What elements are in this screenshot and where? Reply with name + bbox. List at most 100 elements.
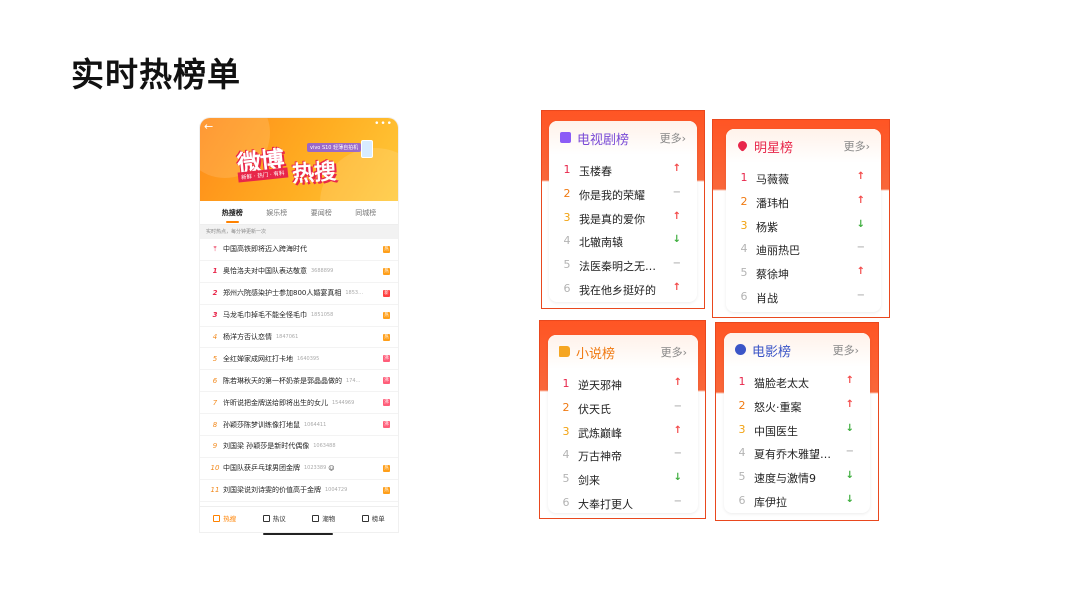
- tab-0[interactable]: 热搜榜: [222, 205, 243, 223]
- hot-search-row[interactable]: 2 郑州六院感染护士参加800人婚宴真相 1853… 新: [200, 283, 398, 305]
- trend-up-icon: ↑: [672, 210, 681, 222]
- hot-search-row[interactable]: 10 中国队获乒乓球男团金牌 1023389 ☺ 热: [200, 458, 398, 480]
- trend-up-icon: ↑: [845, 398, 854, 410]
- hot-search-row[interactable]: 3 马龙毛巾掉毛不能全怪毛巾 1851058 热: [200, 305, 398, 327]
- tab-3[interactable]: 同城榜: [355, 205, 376, 221]
- bottom-nav-0[interactable]: 热搜: [213, 513, 236, 523]
- bottom-nav-label: 热议: [272, 515, 286, 523]
- trend-up-icon: ↑: [856, 194, 865, 206]
- more-options-icon[interactable]: •••: [374, 119, 393, 129]
- ranking-item[interactable]: 2 伏天氏 −: [548, 396, 698, 420]
- bottom-nav-2[interactable]: 潮物: [312, 513, 335, 523]
- hot-level-badge: 热: [383, 333, 390, 341]
- tab-2[interactable]: 要闻榜: [311, 205, 332, 221]
- hot-search-icon: [213, 514, 221, 522]
- weibo-hot-search-phone: ← ••• 微博 热搜 新鲜 · 热门 · 有料 vivo S10 轻薄自拍机 …: [200, 118, 398, 532]
- hot-search-title: 许昕说把金牌送给即将出生的女儿: [223, 398, 328, 407]
- trend-flat-icon: −: [673, 495, 682, 507]
- more-label: 更多: [660, 346, 683, 359]
- ranking-item[interactable]: 1 逆天邪神 ↑: [548, 372, 698, 396]
- hot-search-title: 中国高铁即将迈入跨海时代: [223, 245, 307, 254]
- ranking-item[interactable]: 3 武炼巅峰 ↑: [548, 420, 698, 444]
- hot-search-rank: 5: [212, 354, 218, 363]
- more-link[interactable]: 更多›: [660, 130, 686, 146]
- hot-search-row[interactable]: 4 杨洋方否认恋情 1847061 热: [200, 327, 398, 349]
- ranking-item[interactable]: 5 蔡徐坤 ↑: [726, 261, 881, 285]
- realtime-subtitle: 实时热点，每分钟更新一次: [200, 225, 398, 239]
- ranking-number: 6: [563, 281, 571, 295]
- hot-search-row[interactable]: ⤒ 中国高铁即将迈入跨海时代 热: [200, 239, 398, 261]
- ranking-item[interactable]: 2 怒火·重案 ↑: [724, 394, 870, 418]
- card-title: 电影榜: [752, 345, 792, 360]
- ranking-number: 1: [738, 375, 746, 388]
- hot-search-title: 中国队获乒乓球男团金牌: [223, 464, 300, 473]
- ranking-item[interactable]: 2 潘玮柏 ↑: [726, 190, 881, 214]
- more-link[interactable]: 更多›: [844, 138, 870, 154]
- hot-search-row[interactable]: 8 孙颖莎陈梦训练像打地鼠 1064411 沸: [200, 414, 398, 437]
- hot-search-count: 3688899: [311, 268, 334, 275]
- ranking-item[interactable]: 6 大奉打更人 −: [548, 491, 698, 515]
- ranking-number: 1: [562, 377, 570, 390]
- book-icon: [559, 346, 570, 357]
- trend-goods-icon: [312, 514, 320, 522]
- ranking-number: 2: [562, 400, 570, 414]
- ranking-item[interactable]: 6 我在他乡挺好的 ↑: [549, 277, 697, 301]
- card-title: 小说榜: [576, 347, 616, 362]
- ranking-item-name: 武炼巅峰: [578, 426, 622, 440]
- ranking-item-name: 中国医生: [754, 424, 798, 438]
- ranking-item-name: 速度与激情9: [754, 472, 816, 486]
- ranking-item[interactable]: 4 万古神帝 −: [548, 443, 698, 467]
- hot-search-title: 孙颖莎陈梦训练像打地鼠: [223, 420, 300, 429]
- hot-search-rank: 2: [212, 289, 218, 298]
- ranking-item[interactable]: 1 玉楼春 ↑: [549, 158, 697, 182]
- chevron-right-icon: ›: [865, 140, 870, 153]
- hot-search-row[interactable]: 9 刘国梁 孙颖莎是新时代偶像 1063488: [200, 436, 398, 458]
- hot-search-row[interactable]: 7 许昕说把金牌送给即将出生的女儿 1544969 沸: [200, 392, 398, 415]
- ranking-item-name: 潘玮柏: [756, 196, 789, 210]
- ranking-item[interactable]: 3 中国医生 ↓: [724, 418, 870, 442]
- hot-search-row[interactable]: 11 刘国梁说刘诗雯的价值高于金牌 1004729 热: [200, 480, 398, 502]
- back-arrow-icon[interactable]: ←: [204, 120, 213, 133]
- ranking-item[interactable]: 6 库伊拉 ↓: [724, 489, 870, 513]
- ranking-item[interactable]: 1 猫脸老太太 ↑: [724, 370, 870, 394]
- chevron-right-icon: ›: [854, 344, 859, 357]
- weibo-tab-bar: 热搜榜 娱乐榜 要闻榜 同城榜: [200, 201, 398, 225]
- hot-search-title: 刘国梁 孙颖莎是新时代偶像: [223, 442, 310, 451]
- ranking-item[interactable]: 4 北辙南辕 ↓: [549, 229, 697, 253]
- ranking-item-name: 迪丽热巴: [756, 244, 800, 258]
- ranking-item-name: 肖战: [756, 291, 778, 305]
- hot-search-row[interactable]: 6 陈若琳秋天的第一杯奶茶是郭晶晶做的 174… 沸: [200, 370, 398, 393]
- ranking-item[interactable]: 3 杨紫 ↓: [726, 214, 881, 238]
- home-indicator: [263, 533, 333, 535]
- ranking-item[interactable]: 3 我是真的爱你 ↑: [549, 206, 697, 230]
- more-link[interactable]: 更多›: [833, 342, 859, 358]
- ranking-item-name: 大奉打更人: [578, 497, 633, 511]
- hot-search-count: 1004729: [325, 487, 348, 494]
- tab-1[interactable]: 娱乐榜: [266, 205, 287, 221]
- ranking-item[interactable]: 5 剑来 ↓: [548, 467, 698, 491]
- banner-ad[interactable]: vivo S10 轻薄自拍机: [307, 143, 362, 152]
- hot-search-count: 1847061: [276, 334, 299, 340]
- ranking-item[interactable]: 1 马薇薇 ↑: [726, 166, 881, 190]
- ranking-item[interactable]: 5 法医秦明之无… −: [549, 253, 697, 277]
- ranking-item[interactable]: 2 你是我的荣耀 −: [549, 182, 697, 206]
- ranking-item[interactable]: 5 速度与激情9 ↓: [724, 465, 870, 489]
- ranking-number: 3: [562, 424, 570, 438]
- more-link[interactable]: 更多›: [661, 344, 687, 360]
- trend-up-icon: ↑: [856, 266, 865, 278]
- trend-down-icon: ↓: [845, 470, 854, 482]
- bottom-nav-label: 潮物: [322, 515, 336, 523]
- hot-level-badge: 热: [383, 464, 390, 472]
- hot-search-row[interactable]: 5 全红婵家成网红打卡地 1640395 沸: [200, 348, 398, 371]
- ranking-number: 3: [563, 210, 571, 224]
- bottom-nav-label: 榜单: [371, 515, 385, 523]
- chevron-right-icon: ›: [682, 346, 687, 359]
- ranking-item[interactable]: 4 夏有乔木雅望… −: [724, 441, 870, 465]
- hot-search-row[interactable]: 1 奥恰洛夫对中国队表达敬意 3688899 热: [200, 261, 398, 283]
- ranking-item[interactable]: 6 肖战 −: [726, 285, 881, 309]
- bottom-nav-3[interactable]: 榜单: [361, 513, 385, 523]
- bottom-nav-1[interactable]: 热议: [262, 513, 286, 523]
- trend-flat-icon: −: [673, 400, 682, 412]
- ranking-item[interactable]: 4 迪丽热巴 −: [726, 237, 881, 261]
- smile-emoji-icon: ☺: [328, 464, 335, 472]
